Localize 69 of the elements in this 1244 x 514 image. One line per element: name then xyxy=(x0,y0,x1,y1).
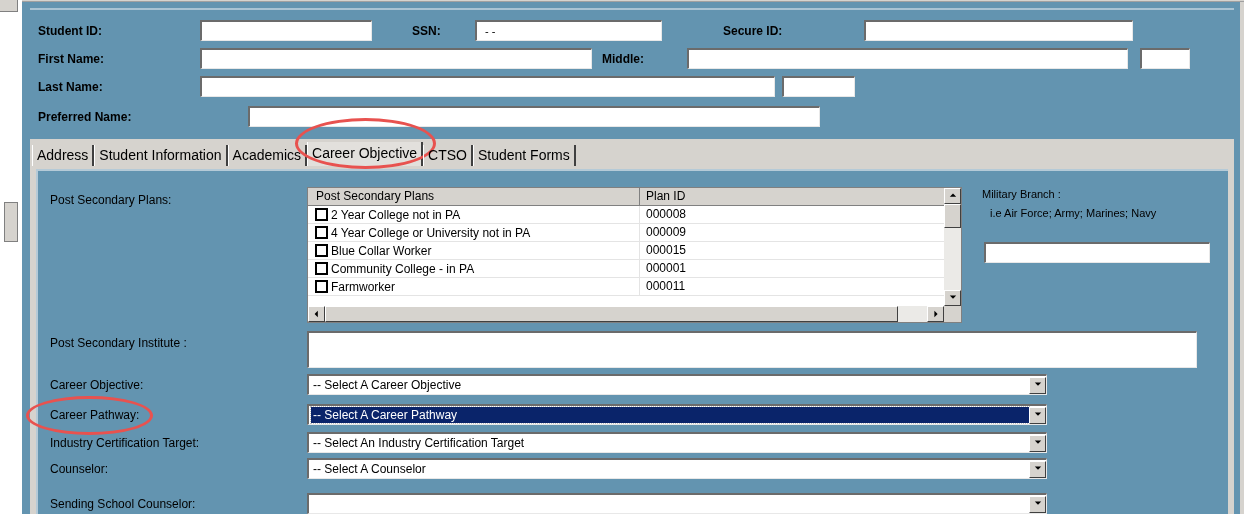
hint-text: i.e Air Force; Army; Marines; Navy xyxy=(990,205,1158,221)
text-field[interactable] xyxy=(1140,48,1190,69)
checkbox[interactable] xyxy=(315,262,328,275)
table-cell-text: Farmworker xyxy=(331,278,395,296)
field-label: Last Name: xyxy=(38,78,104,96)
column-header[interactable]: Post Secondary Plans xyxy=(308,188,640,205)
scroll-thumb[interactable] xyxy=(4,202,18,242)
scroll-left-button[interactable] xyxy=(308,306,325,322)
field-label: Sending School Counselor: xyxy=(50,496,196,511)
field-label: Secure ID: xyxy=(723,22,784,40)
field-label: Student ID: xyxy=(38,22,103,40)
dropdown[interactable]: -- Select An Industry Certification Target xyxy=(307,432,1047,453)
text-area[interactable] xyxy=(307,331,1197,368)
field-label: Post Secondary Plans: xyxy=(50,192,173,205)
column-header[interactable]: Plan ID xyxy=(640,188,944,205)
text-field[interactable] xyxy=(782,76,855,97)
field-label: Middle: xyxy=(602,50,645,68)
dropdown-button[interactable] xyxy=(1029,495,1046,513)
dropdown[interactable]: -- Select A Career Objective xyxy=(307,374,1047,395)
dropdown-button[interactable] xyxy=(1029,434,1046,452)
checkbox[interactable] xyxy=(315,208,328,221)
table-cell-text: 000001 xyxy=(645,260,688,277)
field-label: Preferred Name: xyxy=(38,108,133,126)
scroll-up-button[interactable] xyxy=(944,188,961,204)
text-field[interactable]: - - xyxy=(475,20,662,41)
dropdown[interactable]: -- Select A Career Pathway xyxy=(307,404,1047,425)
text-field[interactable] xyxy=(200,20,372,41)
tab[interactable]: CTSO xyxy=(423,145,473,166)
checkbox[interactable] xyxy=(315,244,328,257)
field-label: Post Secondary Institute : xyxy=(50,335,188,348)
field-label: Career Pathway: xyxy=(50,407,140,422)
text-field[interactable] xyxy=(864,20,1133,41)
dropdown-button[interactable] xyxy=(1029,376,1046,394)
dropdown[interactable] xyxy=(307,493,1047,514)
field-label: Industry Certification Target: xyxy=(50,435,200,450)
table-cell-text: 000008 xyxy=(645,206,688,223)
up-arrow-icon xyxy=(948,192,957,200)
table-cell-text: 000015 xyxy=(645,242,688,259)
tab[interactable]: Student Information xyxy=(94,145,228,166)
dropdown[interactable]: -- Select A Counselor xyxy=(307,458,1047,479)
horizontal-scrollbar[interactable] xyxy=(308,306,944,322)
right-arrow-icon xyxy=(931,310,940,318)
table-cell-text: Blue Collar Worker xyxy=(331,242,432,260)
field-label: SSN: xyxy=(412,22,442,40)
text-field[interactable] xyxy=(687,48,1128,69)
dropdown-button[interactable] xyxy=(1029,460,1046,478)
table-cell-text: 000009 xyxy=(645,224,688,241)
tab[interactable]: Career Objective xyxy=(307,142,424,166)
text-field[interactable] xyxy=(200,76,775,97)
table-cell-text: 2 Year College not in PA xyxy=(331,206,461,224)
table-cell-text: 000011 xyxy=(645,278,687,295)
field-label: First Name: xyxy=(38,50,106,68)
field-label: Military Branch : xyxy=(982,187,1062,202)
tab[interactable]: Student Forms xyxy=(472,145,576,166)
vertical-scrollbar[interactable] xyxy=(944,188,961,306)
scroll-down-button[interactable] xyxy=(944,290,961,306)
text-field[interactable] xyxy=(200,48,592,69)
left-arrow-icon xyxy=(312,310,321,318)
dropdown-button[interactable] xyxy=(1029,406,1046,424)
text-field[interactable] xyxy=(248,106,820,127)
text-field[interactable] xyxy=(984,242,1210,263)
field-label: Career Objective: xyxy=(50,377,144,392)
scroll-right-button[interactable] xyxy=(927,306,944,322)
field-label: Counselor: xyxy=(50,461,109,476)
table-cell-text: 4 Year College or University not in PA xyxy=(331,224,531,242)
checkbox[interactable] xyxy=(315,280,328,293)
checkbox[interactable] xyxy=(315,226,328,239)
tab[interactable]: Address xyxy=(32,145,95,166)
table-cell-text: Community College - in PA xyxy=(331,260,475,278)
